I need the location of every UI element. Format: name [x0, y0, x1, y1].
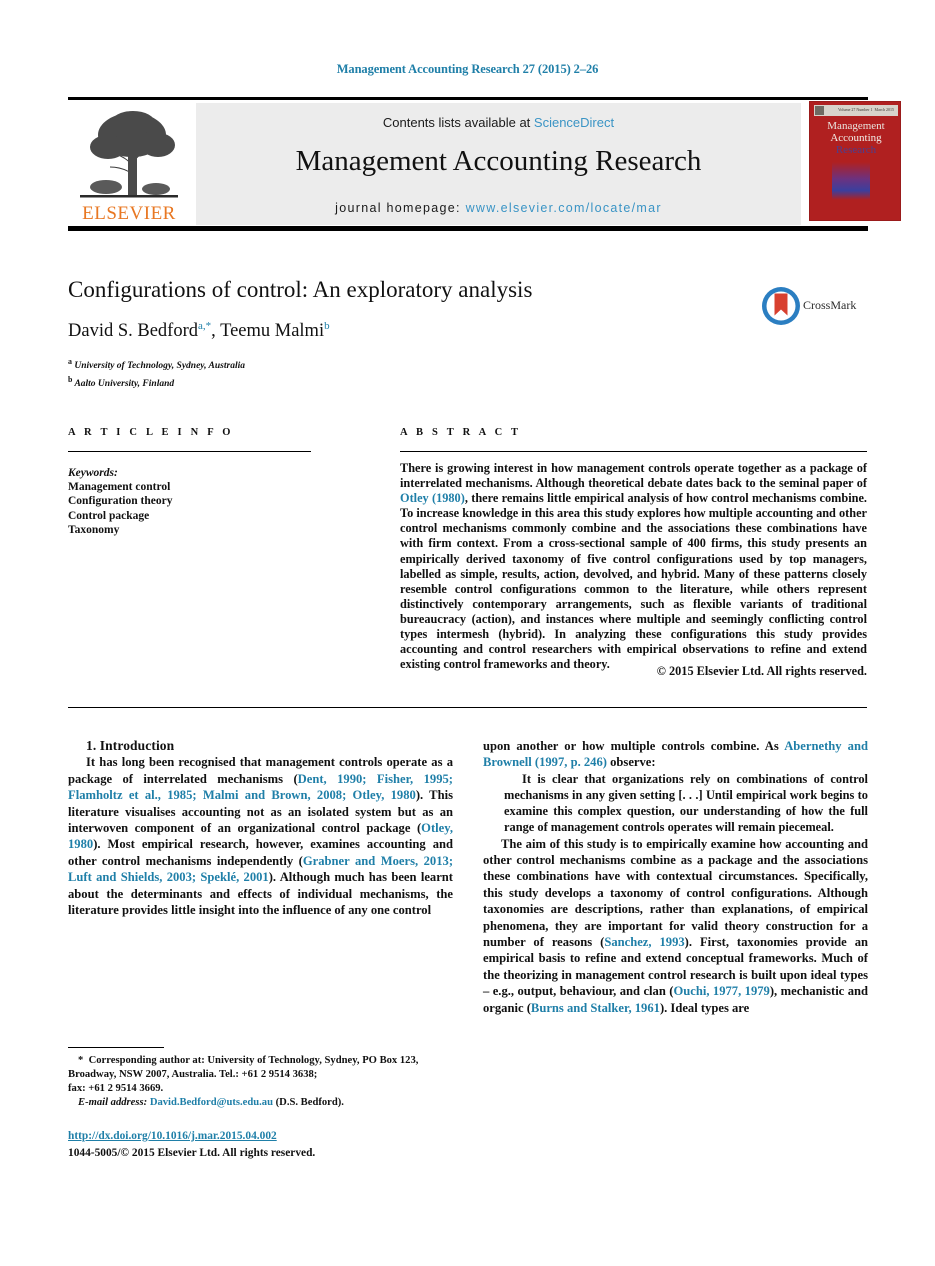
author-name-1: David S. Bedford	[68, 321, 198, 342]
intro-paragraph-1: It has long been recognised that managem…	[68, 754, 453, 918]
keyword-item: Management control	[68, 481, 171, 494]
cover-strip-volume: Volume 27 Number 1	[838, 107, 873, 112]
corresponding-mark: *	[78, 1055, 84, 1066]
affiliation-b-mark: b	[68, 375, 73, 385]
author-1-marks: a,*	[198, 320, 212, 332]
keyword-item: Control package	[68, 509, 150, 522]
journal-masthead: ELSEVIER Contents lists available at Sci…	[68, 97, 901, 231]
intro-paragraph-2: The aim of this study is to empirically …	[483, 836, 868, 1016]
right-p2-text-d: ). Ideal types are	[659, 1000, 750, 1015]
email-link[interactable]: David.Bedford@uts.edu.au	[150, 1097, 273, 1108]
masthead-rule-top	[68, 97, 868, 100]
keywords-label: Keywords:	[68, 467, 118, 479]
footnote-block: * Corresponding author at: University of…	[68, 1054, 453, 1110]
affiliation-a: a University of Technology, Sydney, Aust…	[68, 355, 688, 373]
cover-strip-square-icon	[815, 106, 824, 115]
abstract-heading: A B S T R A C T	[400, 427, 522, 438]
elsevier-logo: ELSEVIER	[70, 103, 188, 225]
fax-line: fax: +61 2 9514 3669.	[68, 1083, 164, 1094]
citation-sanchez-1993[interactable]: Sanchez, 1993	[604, 935, 684, 949]
journal-cover-thumbnail: Volume 27 Number 1 March 2015 Management…	[809, 101, 901, 221]
article-info-rule	[68, 451, 311, 452]
crossmark-icon	[762, 287, 800, 325]
journal-article-page: Management Accounting Research 27 (2015)…	[0, 0, 935, 1266]
right-p2-text-a: The aim of this study is to empirically …	[483, 836, 868, 950]
journal-homepage-line: journal homepage: www.elsevier.com/locat…	[196, 201, 801, 215]
copyright-line: © 2015 Elsevier Ltd. All rights reserved…	[656, 664, 867, 678]
corresponding-author-text: Corresponding author at: University of T…	[68, 1055, 419, 1080]
block-quote: It is clear that organizations rely on c…	[504, 771, 868, 835]
abstract-citation-otley[interactable]: Otley (1980)	[400, 491, 465, 505]
journal-title: Management Accounting Research	[295, 145, 702, 177]
article-info-heading: A R T I C L E I N F O	[68, 427, 234, 438]
affiliation-a-text: University of Technology, Sydney, Austra…	[74, 361, 245, 372]
right-p1-text-b: observe:	[606, 755, 656, 770]
footnote-rule	[68, 1047, 164, 1048]
citation-ouchi[interactable]: Ouchi, 1977, 1979	[673, 984, 769, 998]
journal-homepage-link[interactable]: www.elsevier.com/locate/mar	[466, 201, 662, 215]
cover-title: Management Accounting Research	[810, 120, 900, 156]
affiliation-b-text: Aalto University, Finland	[74, 379, 175, 390]
cover-gradient-block	[832, 162, 870, 200]
author-2-marks: b	[324, 320, 330, 332]
keyword-item: Taxonomy	[68, 523, 120, 536]
issn-copyright-line: 1044-5005/© 2015 Elsevier Ltd. All right…	[68, 1147, 316, 1159]
abstract-part-1: There is growing interest in how managem…	[400, 461, 867, 491]
cover-header-strip: Volume 27 Number 1 March 2015	[814, 105, 898, 116]
abstract-rule	[400, 451, 867, 452]
masthead-center-band: Contents lists available at ScienceDirec…	[196, 103, 801, 225]
elsevier-wordmark: ELSEVIER	[82, 203, 176, 224]
right-p1-text-a: upon another or how multiple controls co…	[483, 739, 785, 753]
page-title: Configurations of control: An explorator…	[68, 277, 533, 302]
masthead-rule-bottom	[68, 226, 868, 231]
affiliation-b: b Aalto University, Finland	[68, 373, 688, 391]
body-column-left: 1. Introduction It has long been recogni…	[68, 738, 453, 918]
cover-title-line3: Research	[835, 144, 877, 156]
email-suffix: (D.S. Bedford).	[275, 1097, 344, 1108]
corresponding-author-note: * Corresponding author at: University of…	[68, 1054, 453, 1082]
crossmark-badge[interactable]: CrossMark	[761, 286, 871, 328]
elsevier-tree-icon	[80, 111, 178, 198]
abstract-part-2: , there remains little empirical analysi…	[400, 491, 867, 672]
intro-paragraph-1-continued: upon another or how multiple controls co…	[483, 738, 868, 771]
email-note: E-mail address: David.Bedford@uts.edu.au…	[68, 1096, 453, 1110]
citation-burns-stalker[interactable]: Burns and Stalker, 1961	[531, 1001, 660, 1015]
running-head: Management Accounting Research 27 (2015)…	[336, 62, 599, 76]
email-label: E-mail address:	[78, 1097, 148, 1108]
affiliation-a-mark: a	[68, 357, 72, 366]
keywords-block: Keywords: Management control Configurati…	[68, 466, 311, 537]
author-list: David S. Bedforda,*, Teemu Malmib	[68, 320, 330, 342]
section-heading-introduction: 1. Introduction	[86, 738, 175, 753]
author-name-2: Teemu Malmi	[220, 321, 325, 342]
sciencedirect-link[interactable]: ScienceDirect	[534, 115, 614, 130]
crossmark-label: CrossMark	[803, 298, 857, 312]
cover-title-line1: Management	[827, 120, 885, 132]
body-column-right: upon another or how multiple controls co…	[483, 738, 868, 1016]
affiliation-list: a University of Technology, Sydney, Aust…	[68, 355, 688, 391]
cover-strip-date: March 2015	[874, 107, 894, 112]
keyword-item: Configuration theory	[68, 495, 173, 508]
doi-link[interactable]: http://dx.doi.org/10.1016/j.mar.2015.04.…	[68, 1130, 453, 1142]
cover-title-line2: Accounting	[830, 132, 882, 144]
contents-available-line: Contents lists available at ScienceDirec…	[196, 115, 801, 130]
abstract-text: There is growing interest in how managem…	[400, 461, 867, 672]
homepage-prefix: journal homepage:	[335, 201, 466, 215]
abstract-bottom-rule	[68, 707, 867, 708]
contents-prefix: Contents lists available at	[382, 115, 534, 130]
